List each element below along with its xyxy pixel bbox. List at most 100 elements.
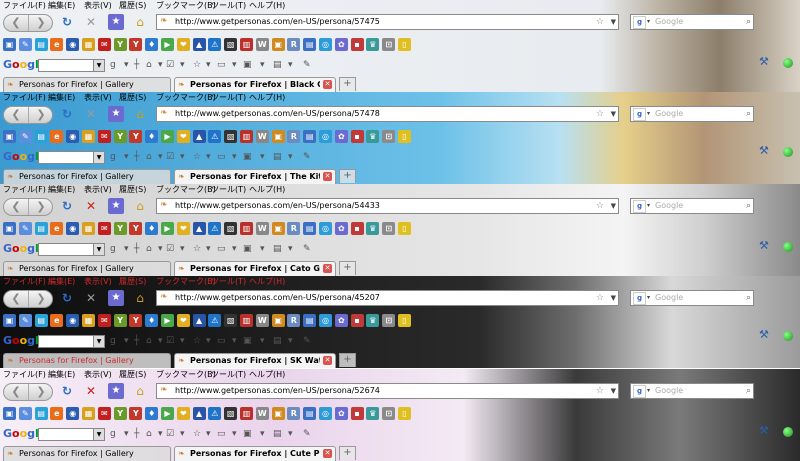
bookmark-4-icon[interactable]: e	[50, 314, 64, 327]
bookmark-6-icon[interactable]: ▦	[82, 222, 95, 235]
dropdown-icon[interactable]: ▾	[124, 151, 129, 163]
bookmark-10-icon[interactable]: ♦	[145, 407, 159, 420]
url-dropdown-icon[interactable]: ▼	[611, 291, 616, 305]
address-bar[interactable]: ❧ http://www.getpersonas.com/en-US/person…	[156, 383, 619, 399]
dropdown-icon[interactable]: ▾	[158, 151, 163, 163]
bookmark-9-icon[interactable]: Y	[129, 407, 143, 420]
search-icon[interactable]: ⌕	[746, 15, 751, 29]
bookmark-26-icon[interactable]: ▯	[398, 38, 411, 51]
dropdown-icon[interactable]: ▾	[288, 428, 293, 440]
bookmark-12-icon[interactable]: ❤	[176, 38, 190, 51]
bookmark-26-icon[interactable]: ▯	[398, 314, 411, 327]
star-icon[interactable]: ☆	[193, 335, 201, 347]
bar-icon[interactable]: ▭	[217, 243, 226, 255]
bookmark-5-icon[interactable]: ◉	[66, 222, 80, 235]
bookmark-16-icon[interactable]: ▥	[240, 407, 253, 420]
dropdown-icon[interactable]: ▾	[206, 59, 211, 71]
google-engine-icon[interactable]: g	[633, 108, 646, 121]
bookmark-21-icon[interactable]: ◎	[319, 130, 332, 143]
bookmark-22-icon[interactable]: ✿	[334, 314, 348, 327]
dropdown-icon[interactable]: ▾	[180, 59, 185, 71]
url-dropdown-icon[interactable]: ▼	[611, 15, 616, 29]
bookmark-6-icon[interactable]: ▦	[82, 130, 95, 143]
dropdown-icon[interactable]: ▾	[260, 243, 265, 255]
tab-gallery[interactable]: ❧ Personas for Firefox | Gallery	[3, 261, 171, 276]
bookmark-12-icon[interactable]: ❤	[176, 222, 190, 235]
dropdown-icon[interactable]: ▾	[158, 243, 163, 255]
engine-dropdown-icon[interactable]: ▾	[647, 107, 650, 121]
google-engine-icon[interactable]: g	[633, 385, 646, 398]
address-bar[interactable]: ❧ http://www.getpersonas.com/en-US/person…	[156, 290, 619, 306]
bookmark-24-icon[interactable]: ♛	[366, 314, 380, 327]
bank-icon[interactable]: ⌂	[146, 335, 152, 347]
menu-item-4[interactable]: 履歴(S)	[119, 369, 146, 380]
menu-item-3[interactable]: 表示(V)	[84, 0, 112, 11]
bookmark-2-icon[interactable]: ✎	[18, 407, 32, 420]
bookmark-21-icon[interactable]: ◎	[319, 407, 332, 420]
bookmark-22-icon[interactable]: ✿	[334, 130, 348, 143]
pencil-icon[interactable]: ✎	[303, 428, 311, 440]
dropdown-icon[interactable]: ▾	[206, 428, 211, 440]
reload-icon[interactable]: ↻	[60, 106, 74, 122]
back-button[interactable]: ❮	[4, 291, 29, 307]
bookmark-12-icon[interactable]: ❤	[176, 130, 190, 143]
bookmark-23-icon[interactable]: ▪	[350, 407, 364, 420]
bookmark-18-icon[interactable]: ▣	[271, 314, 285, 327]
engine-dropdown-icon[interactable]: ▾	[647, 15, 650, 29]
tab-active[interactable]: ❧ Personas for Firefox | Cute Pu... ✕	[174, 446, 336, 461]
search-box[interactable]: g ▾ Google ⌕	[630, 198, 754, 214]
bookmark-18-icon[interactable]: ▣	[271, 222, 285, 235]
bookmark-20-icon[interactable]: ▤	[303, 38, 317, 51]
bookmark-4-icon[interactable]: e	[50, 407, 64, 420]
bookmark-8-icon[interactable]: Y	[113, 38, 127, 51]
search-box[interactable]: g ▾ Google ⌕	[630, 290, 754, 306]
bookmark-19-icon[interactable]: R	[287, 314, 301, 327]
wrench-icon[interactable]: ⚒	[759, 328, 769, 341]
bookmark-16-icon[interactable]: ▥	[240, 130, 253, 143]
stop-icon[interactable]: ✕	[84, 290, 98, 306]
dropdown-icon[interactable]: ▾	[288, 59, 293, 71]
translate-icon[interactable]: ▣	[243, 151, 252, 163]
google-g-icon[interactable]: g	[110, 335, 116, 347]
dropdown-icon[interactable]: ▾	[180, 428, 185, 440]
bookmark-23-icon[interactable]: ▪	[350, 314, 364, 327]
notepad-icon[interactable]: ▤	[273, 59, 282, 71]
bookmark-11-icon[interactable]: ▶	[161, 407, 174, 420]
tab-active[interactable]: ❧ Personas for Firefox | The Kitt...✕	[174, 169, 336, 184]
dropdown-icon[interactable]: ▾	[124, 243, 129, 255]
forward-button[interactable]: ❯	[29, 384, 53, 400]
pencil-icon[interactable]: ✎	[303, 243, 311, 255]
bookmark-4-icon[interactable]: e	[50, 130, 64, 143]
bookmark-9-icon[interactable]: Y	[129, 314, 143, 327]
reload-icon[interactable]: ↻	[60, 383, 74, 399]
wrench-icon[interactable]: ⚒	[759, 144, 769, 157]
menu-item-5[interactable]: ブックマーク(B)	[156, 92, 216, 103]
bookmark-page-star-icon[interactable]: ☆	[596, 107, 604, 121]
bookmark-11-icon[interactable]: ▶	[161, 314, 174, 327]
bookmark-3-icon[interactable]: ▤	[34, 38, 48, 51]
close-tab-icon[interactable]: ✕	[323, 356, 332, 365]
dropdown-icon[interactable]: ▾	[206, 335, 211, 347]
dropdown-icon[interactable]: ▾	[180, 335, 185, 347]
menu-item-6[interactable]: ツール(T)	[211, 0, 246, 11]
bookmark-25-icon[interactable]: ⊡	[382, 222, 396, 235]
check-icon[interactable]: ☑	[166, 428, 174, 440]
dropdown-icon[interactable]: ▾	[180, 151, 185, 163]
bookmark-7-icon[interactable]: ✉	[97, 314, 111, 327]
menu-item-4[interactable]: 履歴(S)	[119, 92, 146, 103]
bookmark-1-icon[interactable]: ▣	[3, 314, 16, 327]
bookmark-11-icon[interactable]: ▶	[161, 130, 174, 143]
bookmark-17-icon[interactable]: W	[255, 130, 269, 143]
tab-gallery[interactable]: ❧ Personas for Firefox | Gallery	[3, 169, 171, 184]
search-box[interactable]: g ▾ Google ⌕	[630, 14, 754, 30]
bar-icon[interactable]: ▭	[217, 59, 226, 71]
dropdown-icon[interactable]: ▾	[232, 243, 237, 255]
tab-gallery[interactable]: ❧ Personas for Firefox | Gallery	[3, 446, 171, 461]
menu-item-5[interactable]: ブックマーク(B)	[156, 369, 216, 380]
bookmark-17-icon[interactable]: W	[255, 38, 269, 51]
separator-icon[interactable]: ┼	[134, 59, 139, 71]
bookmark-24-icon[interactable]: ♛	[366, 130, 380, 143]
pencil-icon[interactable]: ✎	[303, 335, 311, 347]
google-engine-icon[interactable]: g	[633, 200, 646, 213]
dropdown-icon[interactable]: ▾	[232, 151, 237, 163]
